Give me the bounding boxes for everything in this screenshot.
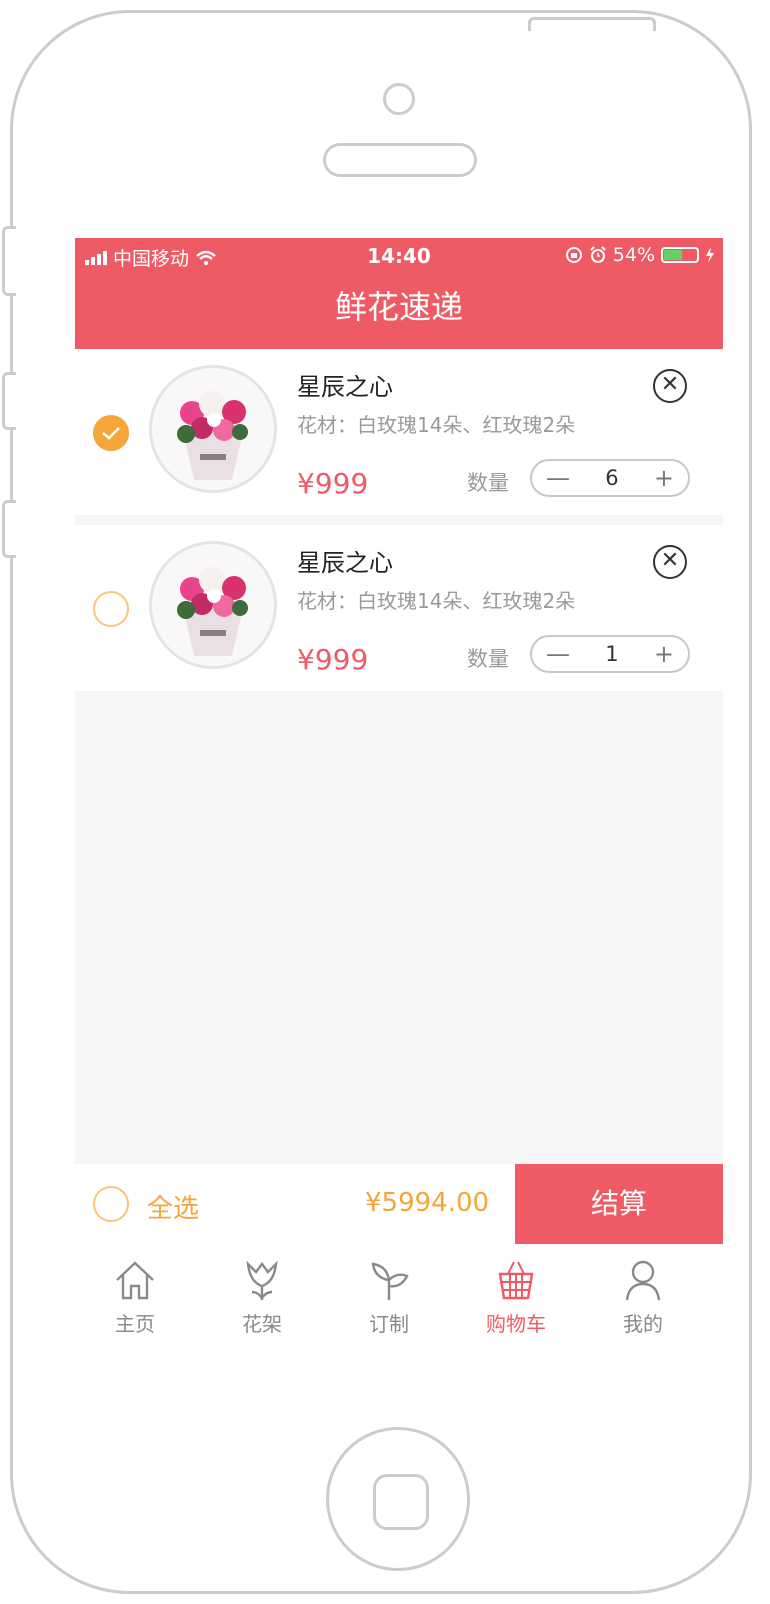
checkout-bar: 全选 ¥5994.00 结算	[75, 1164, 723, 1246]
mute-switch	[2, 226, 16, 296]
tab-profile[interactable]: 我的	[583, 1258, 703, 1337]
status-bar: 中国移动 14:40 54%	[75, 238, 723, 274]
item-price: ¥999	[297, 643, 369, 676]
item-price: ¥999	[297, 467, 369, 500]
tab-cart[interactable]: 购物车	[456, 1258, 576, 1337]
earpiece-speaker	[323, 143, 477, 177]
remove-item-button[interactable]: ✕	[653, 369, 687, 403]
lock-rotation-icon	[565, 247, 582, 263]
item-name: 星辰之心	[297, 373, 393, 401]
page-title: 鲜花速递	[334, 288, 463, 326]
tab-bar: 主页 花架 订制 购物车 我的	[75, 1246, 723, 1356]
basket-icon	[498, 1261, 534, 1300]
checkout-button[interactable]: 结算	[515, 1164, 723, 1244]
remove-item-button[interactable]: ✕	[653, 545, 687, 579]
item-materials: 花材：白玫瑰14朵、红玫瑰2朵	[297, 413, 576, 437]
home-icon	[116, 1261, 154, 1300]
close-icon: ✕	[660, 372, 680, 397]
volume-down-button	[2, 500, 16, 558]
bouquet-image	[177, 567, 248, 656]
select-all-checkbox[interactable]	[93, 1186, 129, 1222]
bouquet-thumbnail[interactable]	[149, 365, 277, 493]
item-select-checkbox[interactable]	[93, 591, 129, 627]
front-camera	[383, 83, 415, 115]
tab-label: 主页	[115, 1312, 155, 1336]
phone-frame: 中国移动 14:40 54% 鲜花速递 星辰之心 花材：白玫瑰14朵、红玫瑰2朵…	[10, 10, 752, 1594]
increment-button[interactable]: +	[654, 640, 674, 668]
sprout-icon	[371, 1262, 409, 1300]
person-icon	[625, 1260, 661, 1301]
decrement-button[interactable]: —	[546, 640, 570, 668]
tab-home[interactable]: 主页	[75, 1258, 195, 1337]
tulip-icon	[246, 1260, 278, 1300]
select-all-label[interactable]: 全选	[147, 1188, 199, 1225]
decrement-button[interactable]: —	[546, 464, 570, 492]
quantity-label: 数量	[467, 647, 509, 671]
quantity-stepper: — 6 +	[530, 459, 690, 497]
tab-customize[interactable]: 订制	[329, 1258, 449, 1337]
bouquet-thumbnail[interactable]	[149, 541, 277, 669]
battery-icon	[661, 247, 699, 263]
volume-up-button	[2, 372, 16, 430]
battery-percent: 54%	[612, 244, 655, 266]
tab-label: 花架	[242, 1312, 282, 1336]
quantity-stepper: — 1 +	[530, 635, 690, 673]
cart-item: 星辰之心 花材：白玫瑰14朵、红玫瑰2朵 ¥999 数量 — 6 + ✕	[75, 349, 723, 515]
quantity-label: 数量	[467, 471, 509, 495]
checkmark-icon	[102, 427, 120, 440]
tab-label: 购物车	[486, 1312, 546, 1336]
home-button-square	[373, 1474, 429, 1530]
bouquet-image	[177, 391, 248, 480]
quantity-value[interactable]: 1	[605, 642, 618, 666]
close-icon: ✕	[660, 548, 680, 573]
quantity-value[interactable]: 6	[605, 466, 618, 490]
power-button	[528, 17, 656, 31]
increment-button[interactable]: +	[654, 464, 674, 492]
app-screen: 中国移动 14:40 54% 鲜花速递 星辰之心 花材：白玫瑰14朵、红玫瑰2朵…	[75, 238, 723, 1356]
header-bar: 鲜花速递	[75, 274, 723, 349]
item-name: 星辰之心	[297, 549, 393, 577]
tab-label: 我的	[623, 1312, 663, 1336]
item-materials: 花材：白玫瑰14朵、红玫瑰2朵	[297, 589, 576, 613]
alarm-icon	[590, 246, 606, 263]
charging-icon	[706, 247, 714, 263]
item-select-checkbox[interactable]	[93, 415, 129, 451]
cart-item: 星辰之心 花材：白玫瑰14朵、红玫瑰2朵 ¥999 数量 — 1 + ✕	[75, 525, 723, 691]
total-price: ¥5994.00	[365, 1188, 490, 1218]
tab-label: 订制	[369, 1312, 409, 1336]
home-button[interactable]	[326, 1427, 470, 1571]
tab-flower-shelf[interactable]: 花架	[202, 1258, 322, 1337]
